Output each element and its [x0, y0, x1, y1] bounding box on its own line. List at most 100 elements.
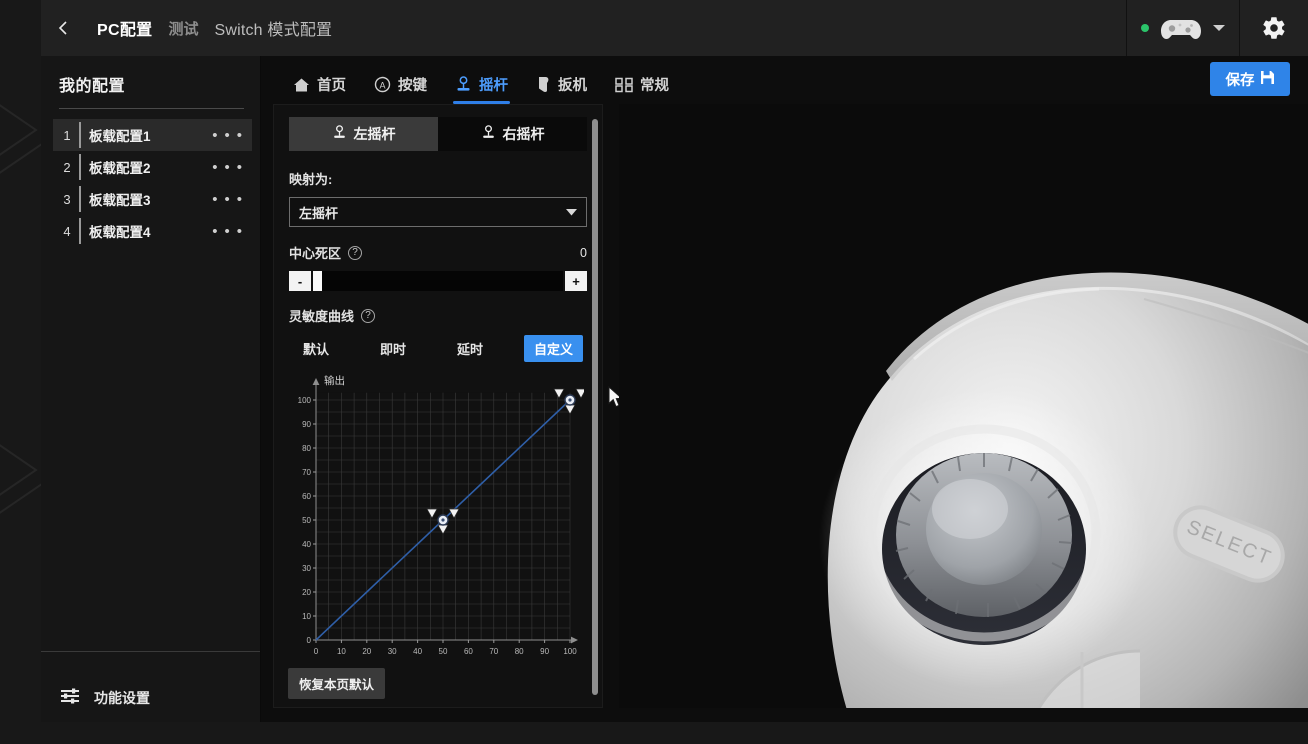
tab-label: 摇杆	[479, 78, 508, 94]
chart-y-axis-arrow	[312, 378, 320, 385]
device-selector[interactable]	[1127, 0, 1239, 56]
tab-general[interactable]: 常规	[601, 74, 683, 104]
curve-handle-arrow[interactable]	[575, 388, 584, 399]
tab-trigger[interactable]: 扳机	[522, 74, 601, 104]
profile-number: 4	[63, 223, 71, 239]
svg-text:20: 20	[362, 647, 371, 656]
curve-mode-custom[interactable]: 自定义	[523, 335, 583, 362]
sidebar-title: 我的配置	[59, 78, 126, 95]
gamepad-icon	[1158, 13, 1204, 43]
content-area: 首页 A 按键 摇杆 扳机 常规 保存 左摇杆 右摇杆 映射为: 左摇杆 中心死…	[261, 56, 1308, 722]
curve-handle-center	[568, 398, 572, 402]
deadzone-header: 中心死区 ? 0	[289, 243, 587, 262]
mode-label: Switch 模式配置	[214, 22, 333, 39]
deadzone-slider-track[interactable]	[313, 271, 563, 291]
profile-name: 板载配置1	[89, 129, 151, 144]
sidebar-item-function-settings[interactable]: 功能设置	[41, 652, 260, 722]
svg-text:90: 90	[540, 647, 549, 656]
profile-name: 板载配置3	[89, 193, 151, 208]
chart-ylabel: 输出	[324, 374, 345, 387]
map-to-value: 左摇杆	[299, 205, 339, 221]
profile-name: 板载配置4	[89, 225, 151, 240]
tab-buttons[interactable]: A 按键	[360, 74, 441, 104]
tab-joystick[interactable]: 摇杆	[441, 74, 522, 104]
svg-text:50: 50	[302, 516, 311, 525]
sidebar: 我的配置 1 板载配置1 • • • 2 板载配置2 • • • 3 板载配置3…	[41, 56, 261, 722]
function-settings-label: 功能设置	[94, 690, 150, 706]
titlebar: PC配置 测试 Switch 模式配置	[41, 0, 1308, 56]
restore-defaults-button[interactable]: 恢复本页默认	[288, 668, 386, 699]
panel-scrollbar[interactable]	[592, 119, 598, 695]
svg-text:80: 80	[302, 444, 311, 453]
grid-icon	[615, 77, 633, 93]
curve-handle-center	[441, 518, 445, 522]
gear-icon	[1263, 17, 1285, 39]
floppy-disk-icon	[1260, 70, 1275, 89]
svg-text:80: 80	[515, 647, 524, 656]
profile-menu-icon[interactable]: • • •	[212, 159, 252, 176]
sensitivity-curve-chart[interactable]: 输出 0 10 20 30 40 50 60 70 80 90 100 0 10 20 30 40 50 60 7…	[284, 372, 588, 662]
profile-menu-icon[interactable]: • • •	[212, 223, 252, 240]
panel-scrollbar-thumb[interactable]	[592, 119, 598, 695]
deadzone-decrease-button[interactable]: -	[289, 271, 311, 291]
svg-text:70: 70	[489, 647, 498, 656]
stick-tab-label: 右摇杆	[502, 126, 545, 142]
chevron-left-icon	[58, 21, 67, 35]
sidebar-item-profile-4[interactable]: 4 板载配置4 • • •	[53, 215, 252, 247]
map-to-label: 映射为:	[289, 172, 333, 187]
profile-number: 2	[63, 159, 71, 175]
sensitivity-curve-label: 灵敏度曲线	[289, 309, 355, 324]
svg-text:60: 60	[464, 647, 473, 656]
profile-accent-bar	[79, 218, 81, 244]
save-button[interactable]: 保存	[1210, 62, 1290, 96]
profile-name: 板载配置2	[89, 161, 151, 176]
tab-label: 首页	[317, 78, 346, 94]
sidebar-item-profile-3[interactable]: 3 板载配置3 • • •	[53, 183, 252, 215]
profile-menu-icon[interactable]: • • •	[212, 191, 252, 208]
connection-status-dot	[1141, 24, 1149, 32]
joystick-icon	[455, 76, 472, 93]
deadzone-slider-row: - +	[289, 270, 587, 292]
chevron-down-icon	[566, 203, 577, 221]
stick-tab-right[interactable]: 右摇杆	[438, 117, 587, 151]
chart-x-ticks: 0 10 20 30 40 50 60 70 80 90 100	[314, 640, 577, 656]
sidebar-item-profile-2[interactable]: 2 板载配置2 • • •	[53, 151, 252, 183]
title-group: PC配置 测试 Switch 模式配置	[97, 16, 332, 40]
svg-text:40: 40	[413, 647, 422, 656]
stick-tab-left[interactable]: 左摇杆	[289, 117, 438, 151]
joystick-icon	[481, 125, 496, 143]
question-mark-icon[interactable]: ?	[361, 308, 376, 323]
back-button[interactable]	[41, 0, 87, 56]
svg-text:70: 70	[302, 468, 311, 477]
stick-top-highlight	[932, 479, 1008, 539]
deadzone-increase-button[interactable]: +	[565, 271, 587, 291]
question-mark-icon[interactable]: ?	[348, 245, 363, 260]
app-body: 我的配置 1 板载配置1 • • • 2 板载配置2 • • • 3 板载配置3…	[41, 56, 1308, 722]
svg-text:0: 0	[314, 647, 319, 656]
deadzone-label-group: 中心死区 ?	[289, 243, 363, 262]
chevron-down-icon[interactable]	[1213, 25, 1225, 31]
sidebar-item-profile-1[interactable]: 1 板载配置1 • • •	[53, 119, 252, 151]
curve-mode-group: 默认 即时 延时 自定义	[289, 335, 587, 362]
profile-menu-icon[interactable]: • • •	[212, 127, 252, 144]
deadzone-slider-thumb[interactable]	[313, 271, 322, 291]
curve-mode-default[interactable]: 默认	[293, 335, 339, 362]
screen: PC配置 测试 Switch 模式配置 我的配置 1 板载配置1 • • • 2…	[0, 0, 1308, 744]
map-to-select[interactable]: 左摇杆	[289, 197, 587, 227]
profile-number: 1	[63, 127, 71, 143]
abutton-icon: A	[374, 76, 391, 93]
svg-text:50: 50	[439, 647, 448, 656]
title-subtitle: 测试	[168, 20, 199, 38]
curve-mode-delayed[interactable]: 延时	[447, 335, 493, 362]
curve-mode-instant[interactable]: 即时	[370, 335, 416, 362]
tab-home[interactable]: 首页	[279, 74, 360, 104]
controller-3d-render: SELECT	[819, 272, 1308, 708]
deadzone-value: 0	[580, 245, 587, 260]
svg-text:30: 30	[388, 647, 397, 656]
profile-accent-bar	[79, 122, 81, 148]
tabbar: 首页 A 按键 摇杆 扳机 常规 保存	[261, 56, 1308, 104]
settings-button[interactable]	[1240, 0, 1308, 56]
profile-number: 3	[63, 191, 71, 207]
tab-label: 按键	[398, 78, 427, 94]
svg-text:100: 100	[298, 396, 312, 405]
